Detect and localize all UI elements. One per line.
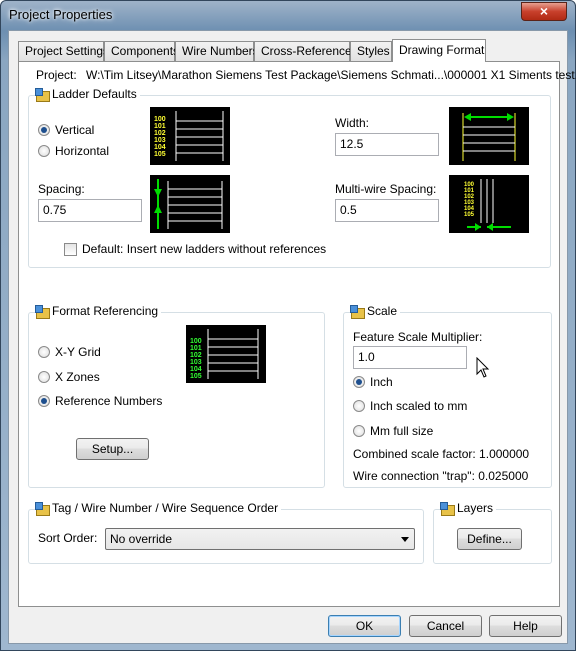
mouse-pointer-icon bbox=[476, 357, 490, 378]
inch-scaled-to-mm-radio-button[interactable] bbox=[353, 400, 365, 412]
rung-number: 101 bbox=[190, 345, 202, 352]
title-bar[interactable]: Project Properties × bbox=[1, 1, 575, 29]
mm-full-size-radio[interactable]: Mm full size bbox=[353, 424, 433, 438]
rung-number: 104 bbox=[190, 366, 202, 373]
rung-number: 101 bbox=[154, 123, 166, 130]
setup-button[interactable]: Setup... bbox=[76, 438, 149, 460]
dialog-client: Project Settings Components Wire Numbers… bbox=[8, 30, 576, 644]
window-title: Project Properties bbox=[9, 7, 113, 22]
horizontal-radio-button[interactable] bbox=[38, 145, 50, 157]
multiwire-spacing-input[interactable]: 0.5 bbox=[335, 199, 439, 222]
format-referencing-group: Format Referencing 100 101 102 103 104 1… bbox=[28, 304, 325, 488]
sort-order-dropdown[interactable]: No override bbox=[105, 528, 415, 550]
wire-connection-trap: Wire connection "trap": 0.025000 bbox=[353, 469, 529, 483]
layers-title: Layers bbox=[457, 501, 494, 515]
width-label: Width: bbox=[335, 116, 370, 130]
format-referencing-icon bbox=[35, 304, 50, 319]
cancel-button[interactable]: Cancel bbox=[409, 615, 482, 637]
tab-styles[interactable]: Styles bbox=[350, 41, 392, 61]
ladder-defaults-title: Ladder Defaults bbox=[52, 87, 137, 101]
reference-numbers-radio-button[interactable] bbox=[38, 395, 50, 407]
help-button[interactable]: Help bbox=[489, 615, 562, 637]
tab-components[interactable]: Components bbox=[104, 41, 179, 61]
xy-grid-radio-button[interactable] bbox=[38, 346, 50, 358]
mm-full-size-radio-button[interactable] bbox=[353, 425, 365, 437]
drawing-format-panel: Project: W:\Tim Litsey\Marathon Siemens … bbox=[18, 61, 576, 607]
close-button[interactable]: × bbox=[521, 2, 567, 21]
scale-title: Scale bbox=[367, 304, 398, 318]
rung-number: 103 bbox=[190, 359, 202, 366]
tab-project-settings[interactable]: Project Settings bbox=[18, 41, 109, 61]
inch-scaled-to-mm-radio[interactable]: Inch scaled to mm bbox=[353, 399, 467, 413]
rung-number: 102 bbox=[190, 352, 202, 359]
inch-radio[interactable]: Inch bbox=[353, 375, 393, 389]
xy-grid-radio[interactable]: X-Y Grid bbox=[38, 345, 101, 359]
tab-drawing-format[interactable]: Drawing Format bbox=[392, 39, 486, 62]
multiwire-preview: 100 101 102 103 104 105 bbox=[449, 175, 529, 233]
spacing-label: Spacing: bbox=[38, 182, 85, 196]
rung-number: 100 bbox=[154, 116, 166, 123]
combined-scale-factor: Combined scale factor: 1.000000 bbox=[353, 447, 530, 461]
project-path: W:\Tim Litsey\Marathon Siemens Test Pack… bbox=[86, 68, 576, 82]
vertical-radio-button[interactable] bbox=[38, 124, 50, 136]
layers-icon bbox=[440, 501, 455, 516]
define-layers-button[interactable]: Define... bbox=[457, 528, 522, 550]
x-zones-radio-button[interactable] bbox=[38, 371, 50, 383]
tab-wire-numbers[interactable]: Wire Numbers bbox=[175, 41, 259, 61]
sort-order-group: Tag / Wire Number / Wire Sequence Order … bbox=[28, 501, 424, 564]
reference-numbers-radio[interactable]: Reference Numbers bbox=[38, 394, 162, 408]
project-label: Project: bbox=[36, 68, 77, 82]
close-icon: × bbox=[539, 3, 549, 19]
project-properties-window: Project Properties × Project Settings Co… bbox=[0, 0, 576, 651]
rung-number: 103 bbox=[154, 137, 166, 144]
format-referencing-title: Format Referencing bbox=[52, 304, 159, 318]
ok-button[interactable]: OK bbox=[328, 615, 401, 637]
sort-order-label: Sort Order: bbox=[38, 531, 98, 545]
reference-numbers-preview: 100 101 102 103 104 105 bbox=[186, 325, 266, 383]
insert-without-references-option[interactable]: Default: Insert new ladders without refe… bbox=[64, 242, 326, 256]
x-zones-radio[interactable]: X Zones bbox=[38, 370, 100, 384]
scale-group: Scale Feature Scale Multiplier: 1.0 Inch… bbox=[343, 304, 552, 488]
feature-scale-multiplier-label: Feature Scale Multiplier: bbox=[353, 330, 483, 344]
insert-without-references-checkbox[interactable] bbox=[64, 242, 77, 256]
width-preview bbox=[449, 107, 529, 165]
inch-radio-button[interactable] bbox=[353, 376, 365, 388]
rung-number: 105 bbox=[464, 212, 475, 218]
rung-number: 100 bbox=[190, 338, 202, 345]
ladder-defaults-group: Ladder Defaults Vertical Horizontal 100 … bbox=[28, 87, 551, 268]
spacing-input[interactable]: 0.75 bbox=[38, 199, 142, 222]
horizontal-radio[interactable]: Horizontal bbox=[38, 144, 109, 158]
tab-cross-references[interactable]: Cross-References bbox=[254, 41, 358, 61]
width-input[interactable]: 12.5 bbox=[335, 133, 439, 156]
scale-icon bbox=[350, 304, 365, 319]
feature-scale-multiplier-input[interactable]: 1.0 bbox=[353, 346, 467, 369]
rung-number: 105 bbox=[190, 373, 202, 380]
spacing-preview bbox=[150, 175, 230, 233]
layers-group: Layers Define... bbox=[433, 501, 552, 564]
ladder-defaults-icon bbox=[35, 87, 50, 102]
sort-order-title: Tag / Wire Number / Wire Sequence Order bbox=[52, 501, 279, 515]
vertical-ladder-preview: 100 101 102 103 104 105 bbox=[150, 107, 230, 165]
multiwire-spacing-label: Multi-wire Spacing: bbox=[335, 182, 437, 196]
rung-number: 102 bbox=[154, 130, 166, 137]
rung-number: 105 bbox=[154, 151, 166, 158]
vertical-radio[interactable]: Vertical bbox=[38, 123, 94, 137]
sort-order-icon bbox=[35, 501, 50, 516]
chevron-down-icon bbox=[401, 537, 409, 542]
rung-number: 104 bbox=[154, 144, 166, 151]
